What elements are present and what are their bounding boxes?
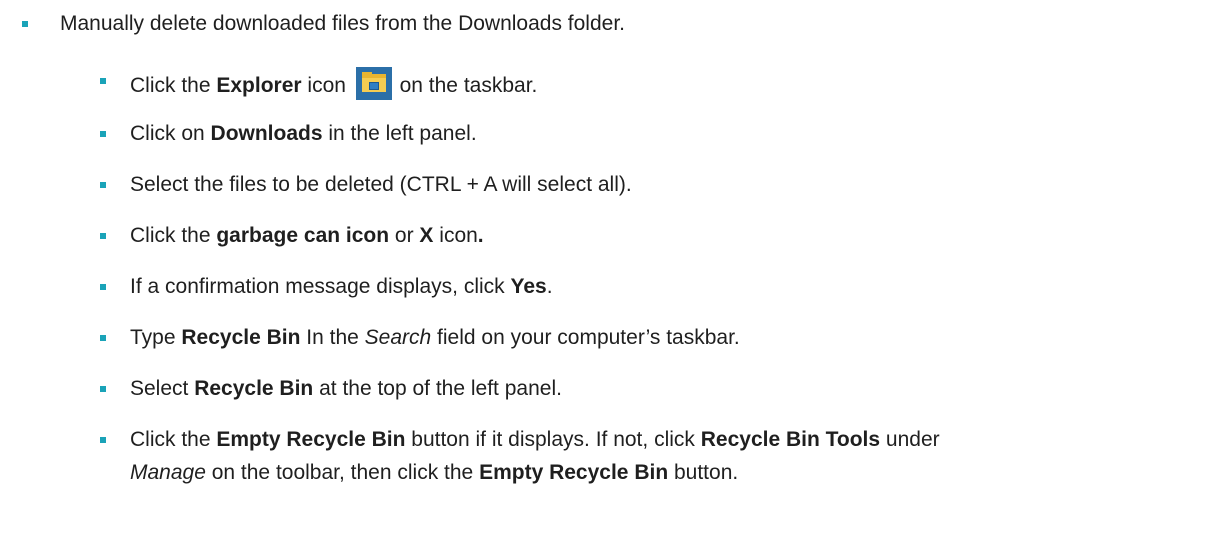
bullet-marker <box>100 437 106 443</box>
bullet-marker <box>100 335 106 341</box>
step-explorer: Click the Explorer icon on the taskbar. <box>130 67 537 100</box>
step-select-files: Select the files to be deleted (CTRL + A… <box>130 173 632 196</box>
step-type-recycle-bin: Type Recycle Bin In the Search field on … <box>130 326 740 349</box>
bullet-marker <box>22 21 28 27</box>
step-select-recycle-bin: Select Recycle Bin at the top of the lef… <box>130 377 562 400</box>
step-garbage: Click the garbage can icon or X icon. <box>130 224 484 247</box>
bullet-marker <box>100 284 106 290</box>
step-empty-recycle-bin-line1: Click the Empty Recycle Bin button if it… <box>130 428 940 451</box>
file-explorer-icon <box>355 67 392 100</box>
step-confirm: If a confirmation message displays, clic… <box>130 275 553 298</box>
bullet-marker <box>100 131 106 137</box>
bullet-marker <box>100 386 106 392</box>
bullet-marker <box>100 233 106 239</box>
bullet-marker <box>100 182 106 188</box>
step-empty-recycle-bin-line2: Manage on the toolbar, then click the Em… <box>130 461 739 484</box>
top-item: Manually delete downloaded files from th… <box>60 12 626 35</box>
step-downloads: Click on Downloads in the left panel. <box>130 122 477 145</box>
bullet-marker <box>100 78 106 84</box>
